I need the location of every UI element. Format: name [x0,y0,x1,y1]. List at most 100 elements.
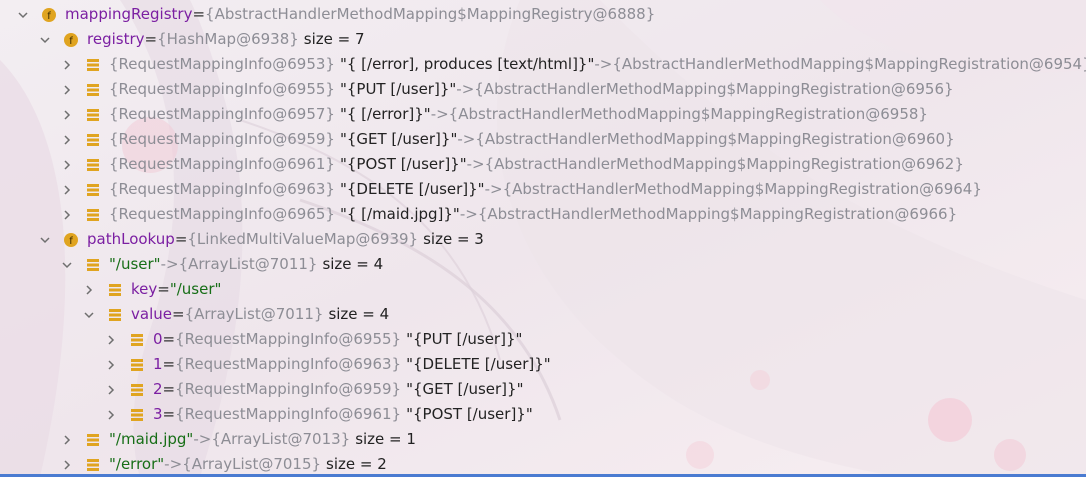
list-entry-icon [85,432,101,448]
list-entry-icon [85,57,101,73]
list-entry-icon [129,357,145,373]
tree-row[interactable]: "/maid.jpg" -> {ArrayList@7013} size = 1 [0,427,416,452]
chevron-right-icon[interactable] [105,384,117,396]
tree-row[interactable]: 0 = {RequestMappingInfo@6955} "{PUT [/use… [0,327,522,352]
list-entry-icon [107,282,123,298]
tree-row[interactable]: f pathLookup = {LinkedMultiValueMap@6939}… [0,227,484,252]
list-entry-icon [85,257,101,273]
svg-text:f: f [69,36,73,47]
variable-name: 1 [153,355,163,373]
variable-name: registry [87,30,145,48]
list-entry-icon [85,207,101,223]
arrow-separator: -> [456,80,475,98]
chevron-right-icon[interactable] [61,459,73,471]
variable-name: mappingRegistry [65,5,193,23]
mapping-target-type: {AbstractHandlerMethodMapping$MappingReg… [474,80,954,98]
list-entry-icon [85,107,101,123]
chevron-right-icon[interactable] [61,84,73,96]
tree-row[interactable]: {RequestMappingInfo@6957} "{ [/error]}" -… [0,102,928,127]
tree-row[interactable]: 2 = {RequestMappingInfo@6959} "{GET [/use… [0,377,523,402]
tree-row[interactable]: "/user" -> {ArrayList@7011} size = 4 [0,252,383,277]
tree-row[interactable]: value = {ArrayList@7011} size = 4 [0,302,389,327]
tree-row[interactable]: key = "/user" [0,277,221,302]
object-type-label: {RequestMappingInfo@6961} [175,405,402,423]
chevron-right-icon[interactable] [61,184,73,196]
equals-sign: = [192,5,206,23]
equals-sign: = [162,355,176,373]
value-string: "{PUT [/user]}" [406,330,523,348]
tree-row[interactable]: f registry = {HashMap@6938} size = 7 [0,27,365,52]
tree-row[interactable]: {RequestMappingInfo@6953} "{ [/error], pr… [0,52,1086,77]
object-type-label: {RequestMappingInfo@6959} [109,130,335,148]
list-entry-icon [129,382,145,398]
tree-row[interactable]: 1 = {RequestMappingInfo@6963} "{DELETE [/… [0,352,551,377]
object-type-label: {ArrayList@7011} [184,305,324,323]
field-icon: f [41,7,57,23]
tree-row[interactable]: {RequestMappingInfo@6961} "{POST [/user]}… [0,152,964,177]
chevron-down-icon[interactable] [61,259,73,271]
variable-name: pathLookup [87,230,175,248]
arrow-separator: -> [430,105,449,123]
value-string: "{GET [/user]}" [406,380,524,398]
variable-name: 2 [153,380,163,398]
field-icon: f [63,232,79,248]
arrow-separator: -> [193,430,212,448]
equals-sign: = [171,305,185,323]
svg-text:f: f [69,236,73,247]
chevron-right-icon[interactable] [61,109,73,121]
size-label: size = 4 [328,305,390,323]
field-icon: f [63,32,79,48]
chevron-right-icon[interactable] [105,409,117,421]
chevron-down-icon[interactable] [17,9,29,21]
size-label: size = 3 [423,230,484,248]
equals-sign: = [162,380,176,398]
mapping-target-type: {AbstractHandlerMethodMapping$MappingReg… [448,105,928,123]
value-string: "{GET [/user]}" [339,130,458,148]
chevron-down-icon[interactable] [83,309,95,321]
object-type-label: {RequestMappingInfo@6953} [109,55,335,73]
chevron-right-icon[interactable] [61,159,73,171]
object-type-label: {AbstractHandlerMethodMapping$MappingReg… [205,5,656,23]
list-entry-icon [107,307,123,323]
object-type-label: {RequestMappingInfo@6961} [109,155,335,173]
mapping-target-type: {AbstractHandlerMethodMapping$MappingReg… [612,55,1086,73]
object-type-label: {ArrayList@7013} [211,430,351,448]
object-type-label: {RequestMappingInfo@6963} [175,355,402,373]
object-type-label: {RequestMappingInfo@6963} [109,180,335,198]
chevron-right-icon[interactable] [83,284,95,296]
svg-text:f: f [47,11,51,22]
value-string: "{PUT [/user]}" [339,80,457,98]
size-label: size = 1 [355,430,416,448]
arrow-separator: -> [459,205,478,223]
object-type-label: {LinkedMultiValueMap@6939} [187,230,419,248]
chevron-right-icon[interactable] [61,434,73,446]
tree-row[interactable]: {RequestMappingInfo@6959} "{GET [/user]}"… [0,127,955,152]
object-type-label: {RequestMappingInfo@6957} [109,105,335,123]
list-entry-icon [129,407,145,423]
arrow-separator: -> [484,180,503,198]
chevron-right-icon[interactable] [105,359,117,371]
equals-sign: = [162,330,176,348]
chevron-down-icon[interactable] [39,234,51,246]
tree-row[interactable]: f mappingRegistry = {AbstractHandlerMetho… [0,2,655,27]
chevron-right-icon[interactable] [61,134,73,146]
list-entry-icon [85,457,101,473]
chevron-right-icon[interactable] [61,59,73,71]
variable-name: 0 [153,330,163,348]
tree-row[interactable]: {RequestMappingInfo@6955} "{PUT [/user]}"… [0,77,954,102]
chevron-down-icon[interactable] [39,34,51,46]
tree-row[interactable]: {RequestMappingInfo@6965} "{ [/maid.jpg]}… [0,202,957,227]
list-entry-icon [129,332,145,348]
chevron-right-icon[interactable] [61,209,73,221]
chevron-right-icon[interactable] [105,334,117,346]
arrow-separator: -> [466,155,485,173]
tree-row[interactable]: 3 = {RequestMappingInfo@6961} "{POST [/us… [0,402,533,427]
variable-name: value [131,305,172,323]
value-string: "/user" [169,280,222,298]
object-type-label: {RequestMappingInfo@6955} [109,80,335,98]
object-type-label: {HashMap@6938} [157,30,299,48]
equals-sign: = [162,405,176,423]
value-string: "{ [/error]}" [339,105,431,123]
value-string: "{ [/maid.jpg]}" [339,205,460,223]
tree-row[interactable]: {RequestMappingInfo@6963} "{DELETE [/user… [0,177,982,202]
